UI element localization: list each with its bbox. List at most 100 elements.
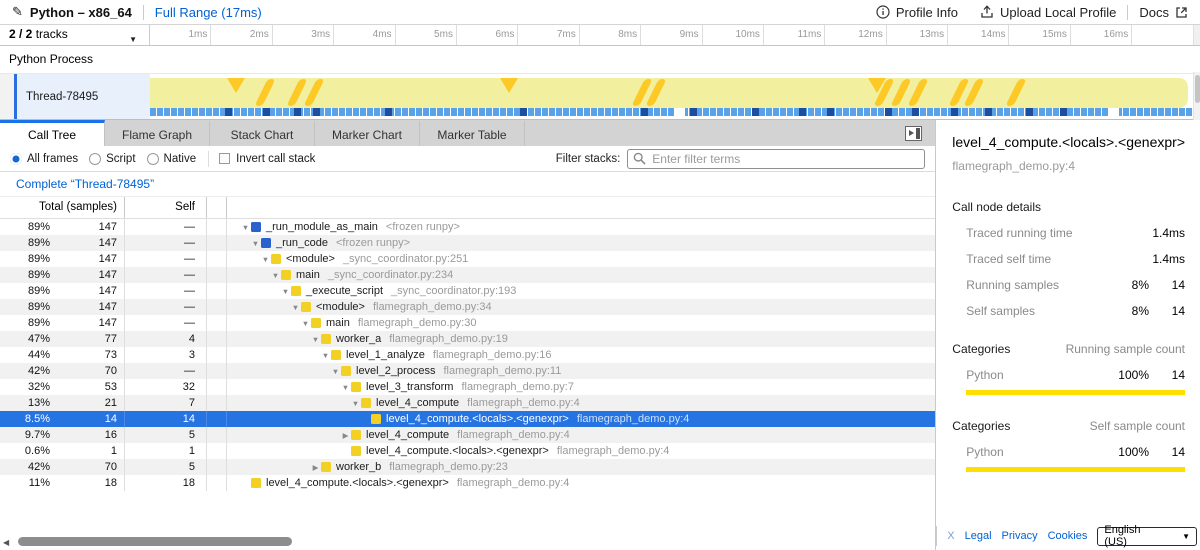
tracks-dropdown[interactable]: 2 / 2 tracks ▼ [0, 25, 150, 45]
tab-marker-chart[interactable]: Marker Chart [315, 120, 420, 146]
file-location: _sync_coordinator.py:234 [328, 269, 453, 281]
search-input[interactable] [627, 149, 925, 169]
process-track-label[interactable]: Python Process [0, 46, 1200, 74]
collapse-icon[interactable]: ▼ [250, 239, 261, 248]
table-row[interactable]: 9.7%165▶level_4_computeflamegraph_demo.p… [0, 427, 935, 443]
cpu-heavy-sample [641, 108, 648, 116]
collapse-icon[interactable]: ▼ [260, 255, 271, 264]
footer-link-legal[interactable]: Legal [965, 530, 992, 542]
footer-link-cookies[interactable]: Cookies [1048, 530, 1088, 542]
radio-all-frames[interactable]: All frames [10, 153, 78, 165]
sample-strip [150, 108, 1193, 116]
upload-profile-button[interactable]: Upload Local Profile [980, 5, 1116, 20]
collapse-icon[interactable]: ▼ [300, 319, 311, 328]
table-row[interactable]: 89%147—▼<module>_sync_coordinator.py:251 [0, 251, 935, 267]
collapse-icon[interactable]: ▼ [350, 399, 361, 408]
table-row[interactable]: 89%147—▼_execute_script_sync_coordinator… [0, 283, 935, 299]
thread-activity-track[interactable] [150, 74, 1193, 119]
table-row[interactable]: 89%147—▼mainflamegraph_demo.py:30 [0, 315, 935, 331]
breadcrumb[interactable]: Complete “Thread-78495” [16, 177, 154, 191]
table-row[interactable]: 32%5332▼level_3_transformflamegraph_demo… [0, 379, 935, 395]
detail-value: 14 [1149, 278, 1185, 292]
function-name: _run_module_as_main [266, 221, 378, 233]
table-row[interactable]: 11%1818level_4_compute.<locals>.<genexpr… [0, 475, 935, 491]
expand-icon[interactable]: ▶ [340, 431, 351, 440]
category-color-bar [966, 467, 1185, 472]
full-range-button[interactable]: Full Range (17ms) [155, 5, 262, 20]
sidebar-toggle-button[interactable] [905, 126, 922, 141]
footer-close-button[interactable]: X [947, 530, 954, 542]
vertical-scrollbar-thumb[interactable] [1195, 75, 1200, 103]
total-percent: 8.5% [0, 413, 50, 425]
tracks-word: tracks [36, 27, 68, 41]
thread-track-label[interactable]: Thread-78495 [17, 74, 150, 119]
cell-total: 9.7%16 [0, 427, 125, 443]
edit-profile-name-icon[interactable]: ✎ [12, 4, 23, 20]
app-header: ✎ Python – x86_64 Full Range (17ms) Prof… [0, 0, 1200, 25]
cell-function: ▶level_4_computeflamegraph_demo.py:4 [227, 429, 935, 441]
tree-indent [230, 307, 290, 308]
column-header-total[interactable]: Total (samples) [0, 197, 125, 218]
table-row[interactable]: 89%147—▼<module>flamegraph_demo.py:34 [0, 299, 935, 315]
profile-info-label: Profile Info [896, 5, 958, 20]
tab-call-tree[interactable]: Call Tree [0, 120, 105, 146]
track-list: Python Process Thread-78495 [0, 46, 1200, 120]
function-name: <module> [286, 253, 335, 265]
table-row[interactable]: 89%147—▼main_sync_coordinator.py:234 [0, 267, 935, 283]
expand-icon[interactable]: ▶ [310, 463, 321, 472]
sidebar-file-location: flamegraph_demo.py:4 [952, 159, 1185, 173]
language-select[interactable]: English (US) ▼ [1097, 527, 1197, 546]
table-row[interactable]: 8.5%1414level_4_compute.<locals>.<genexp… [0, 411, 935, 427]
filter-stacks-label: Filter stacks: [556, 153, 621, 165]
column-header-icon [207, 197, 227, 218]
profile-info-button[interactable]: Profile Info [876, 5, 958, 20]
sidebar-section-title: Call node details [952, 200, 1185, 214]
total-percent: 89% [0, 285, 50, 297]
tab-flame-graph[interactable]: Flame Graph [105, 120, 210, 146]
tab-marker-table[interactable]: Marker Table [420, 120, 525, 146]
activity-band [150, 78, 1188, 108]
cell-spacer [207, 299, 227, 315]
collapse-icon[interactable]: ▼ [280, 287, 291, 296]
cell-function: ▶worker_bflamegraph_demo.py:23 [227, 461, 935, 473]
table-row[interactable]: 89%147—▼_run_module_as_main<frozen runpy… [0, 219, 935, 235]
category-header-label: Categories [952, 419, 1089, 433]
tab-stack-chart[interactable]: Stack Chart [210, 120, 315, 146]
function-name: level_4_compute.<locals>.<genexpr> [366, 445, 549, 457]
function-name: _execute_script [306, 285, 383, 297]
sidebar-detail-row: Traced running time1.4ms [952, 226, 1185, 240]
collapse-icon[interactable]: ▼ [290, 303, 301, 312]
horizontal-scrollbar-thumb[interactable] [18, 537, 292, 546]
collapse-icon[interactable]: ▼ [310, 335, 321, 344]
docs-link[interactable]: Docs [1139, 5, 1188, 20]
file-location: flamegraph_demo.py:7 [461, 381, 574, 393]
table-row[interactable]: 13%217▼level_4_computeflamegraph_demo.py… [0, 395, 935, 411]
header-actions: Profile Info Upload Local Profile Docs [876, 5, 1188, 20]
marker-slash-icon [1005, 79, 1026, 106]
table-row[interactable]: 44%733▼level_1_analyzeflamegraph_demo.py… [0, 347, 935, 363]
collapse-icon[interactable]: ▼ [320, 351, 331, 360]
radio-script[interactable]: Script [89, 153, 135, 165]
radio-native[interactable]: Native [147, 153, 197, 165]
collapse-icon[interactable]: ▼ [340, 383, 351, 392]
scroll-left-arrow-icon[interactable]: ◀ [3, 538, 9, 547]
footer-link-privacy[interactable]: Privacy [1002, 530, 1038, 542]
ruler-tick: 9ms [641, 25, 702, 45]
footer-links: Legal Privacy Cookies [965, 530, 1088, 542]
file-location: _sync_coordinator.py:251 [343, 253, 468, 265]
collapse-icon[interactable]: ▼ [330, 367, 341, 376]
cell-self: 4 [125, 331, 207, 347]
cell-spacer [207, 267, 227, 283]
invert-call-stack-checkbox[interactable]: Invert call stack [219, 153, 315, 165]
horizontal-scrollbar[interactable]: ◀ [0, 536, 935, 549]
chevron-down-icon: ▼ [1182, 532, 1190, 541]
column-header-self[interactable]: Self [125, 197, 207, 218]
table-row[interactable]: 42%70—▼level_2_processflamegraph_demo.py… [0, 363, 935, 379]
table-row[interactable]: 47%774▼worker_aflamegraph_demo.py:19 [0, 331, 935, 347]
collapse-icon[interactable]: ▼ [270, 271, 281, 280]
table-row[interactable]: 42%705▶worker_bflamegraph_demo.py:23 [0, 459, 935, 475]
collapse-icon[interactable]: ▼ [240, 223, 251, 232]
table-row[interactable]: 0.6%11level_4_compute.<locals>.<genexpr>… [0, 443, 935, 459]
table-row[interactable]: 89%147—▼_run_code<frozen runpy> [0, 235, 935, 251]
tree-indent [230, 355, 320, 356]
